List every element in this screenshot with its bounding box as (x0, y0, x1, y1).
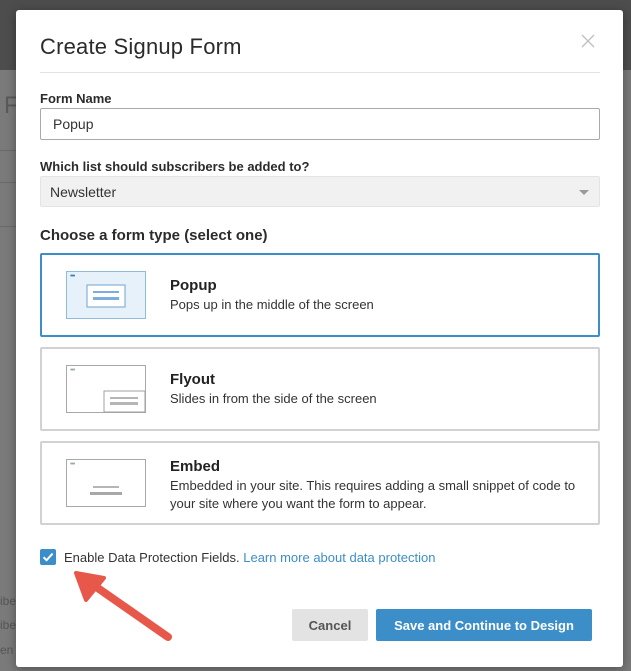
checkmark-icon (42, 552, 54, 562)
close-icon[interactable] (581, 34, 597, 50)
cancel-button[interactable]: Cancel (292, 609, 368, 641)
form-type-option-flyout[interactable]: ••• Flyout Slides in from the side of th… (40, 347, 600, 431)
form-type-name: Popup (170, 277, 217, 294)
form-type-name: Embed (170, 458, 221, 475)
form-name-label: Form Name (40, 91, 112, 106)
list-select-label: Which list should subscribers be added t… (40, 159, 310, 174)
data-protection-checkbox[interactable] (40, 549, 56, 565)
background-text-fragment: en (0, 643, 14, 657)
form-type-option-embed[interactable]: ••• Embed Embedded in your site. This re… (40, 441, 600, 525)
form-name-input[interactable] (40, 108, 600, 140)
form-type-heading: Choose a form type (select one) (40, 227, 268, 244)
create-signup-form-dialog: Create Signup Form Form Name Which list … (16, 10, 623, 667)
title-divider (40, 72, 600, 73)
save-and-continue-button[interactable]: Save and Continue to Design (376, 609, 592, 641)
form-type-description: Slides in from the side of the screen (170, 391, 377, 406)
form-type-name: Flyout (170, 371, 215, 388)
background-text-fragment: ibe (0, 618, 17, 632)
form-type-description: Pops up in the middle of the screen (170, 297, 374, 312)
dialog-title: Create Signup Form (40, 34, 242, 59)
form-type-description: Embedded in your site. This requires add… (170, 478, 576, 511)
annotation-arrow-icon (74, 571, 172, 641)
list-select-value: Newsletter (50, 184, 117, 200)
background-text-fragment: ibe (0, 594, 17, 608)
list-select[interactable]: Newsletter (40, 176, 600, 207)
popup-preview-icon: ••• (66, 271, 146, 319)
chevron-down-icon (579, 190, 589, 195)
form-type-option-popup[interactable]: ••• Popup Pops up in the middle of the s… (40, 253, 600, 337)
data-protection-label: Enable Data Protection Fields. Learn mor… (64, 550, 435, 565)
embed-preview-icon: ••• (66, 459, 146, 507)
flyout-preview-icon: ••• (66, 365, 146, 413)
data-protection-text: Enable Data Protection Fields. (64, 550, 240, 565)
data-protection-learn-more-link[interactable]: Learn more about data protection (243, 550, 435, 565)
